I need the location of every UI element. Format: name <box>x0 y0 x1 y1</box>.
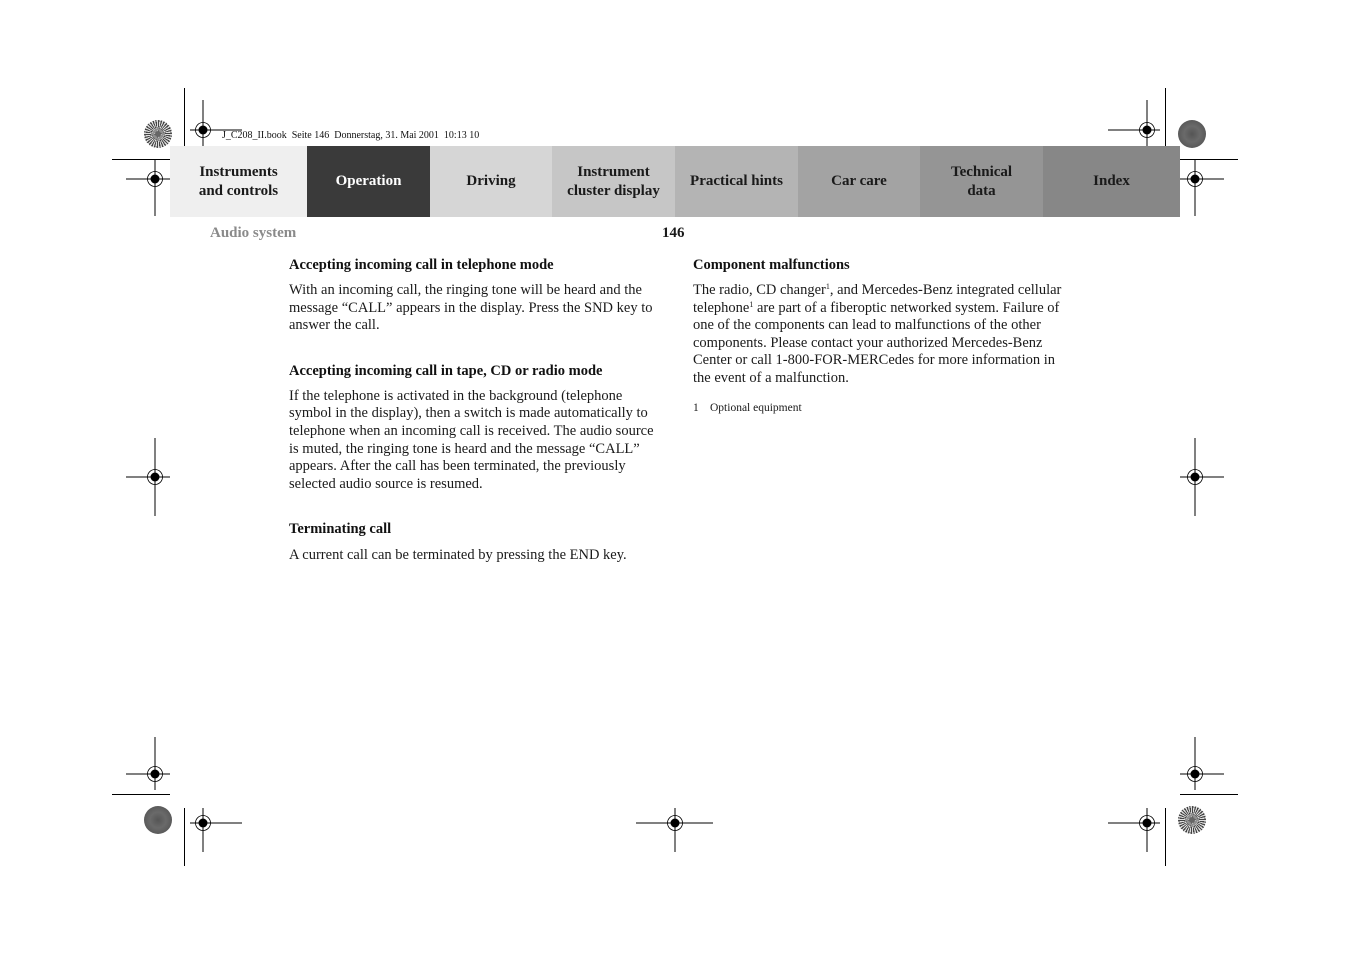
tab-car-care[interactable]: Car care <box>798 146 920 217</box>
page-number: 146 <box>662 225 685 241</box>
crosshair-icon <box>126 438 170 516</box>
chapter-tab-bar: Instruments and controls Operation Drivi… <box>170 146 1180 217</box>
crop-line <box>112 794 170 795</box>
section-body: If the telephone is activated in the bac… <box>289 387 654 492</box>
tab-label: Instruments and controls <box>198 163 279 199</box>
star-target-icon <box>1178 806 1206 834</box>
tab-label: Practical hints <box>690 173 783 189</box>
section-heading: Accepting incoming call in telephone mod… <box>289 257 554 273</box>
star-target-icon <box>144 120 172 148</box>
tab-technical-data[interactable]: Technical data <box>920 146 1043 217</box>
section-body: The radio, CD changer1, and Mercedes-Ben… <box>693 282 1065 388</box>
crosshair-icon <box>636 808 713 852</box>
crosshair-icon <box>1180 737 1224 790</box>
crop-line <box>1165 808 1166 866</box>
crosshair-icon <box>190 808 242 852</box>
crop-line <box>1180 794 1238 795</box>
crosshair-icon <box>1180 160 1224 216</box>
crop-line <box>1180 159 1238 160</box>
tab-instrument-cluster-display[interactable]: Instrument cluster display <box>552 146 675 217</box>
print-slug: J_C208_II.book Seite 146 Donnerstag, 31.… <box>222 130 480 141</box>
section-title: Audio system <box>210 225 297 241</box>
footnote-number: 1 <box>693 401 699 414</box>
section-heading: Component malfunctions <box>693 257 850 273</box>
tab-label: Index <box>1093 173 1130 189</box>
tab-label: Operation <box>335 173 402 189</box>
tab-practical-hints[interactable]: Practical hints <box>675 146 798 217</box>
tab-label: Car care <box>831 173 887 189</box>
tab-operation[interactable]: Operation <box>307 146 430 217</box>
left-column: Accepting incoming call in telephone mod… <box>289 256 659 565</box>
tab-instruments-and-controls[interactable]: Instruments and controls <box>170 146 307 217</box>
crosshair-icon <box>1108 808 1160 852</box>
footnote: 1 Optional equipment <box>693 402 1065 414</box>
registration-marks <box>126 100 1224 852</box>
tab-label: Technical data <box>950 163 1013 199</box>
crosshair-icon <box>126 737 170 790</box>
crosshair-icon <box>1180 438 1224 516</box>
section-heading: Terminating call <box>289 521 392 538</box>
tab-label: Instrument cluster display <box>567 163 660 199</box>
section-body: With an incoming call, the ringing tone … <box>289 282 653 334</box>
gray-dial-icon <box>144 806 172 834</box>
footnote-text: Optional equipment <box>710 401 802 414</box>
crop-line <box>184 808 185 866</box>
crosshair-icon <box>126 160 170 216</box>
gray-dial-icon <box>1178 120 1206 148</box>
right-column: Component malfunctions The radio, CD cha… <box>693 256 1065 414</box>
section-body: A current call can be terminated by pres… <box>289 547 627 564</box>
crosshair-icon <box>1108 100 1160 150</box>
section-heading: Accepting incoming call in tape, CD or r… <box>289 362 603 379</box>
crop-line <box>112 159 170 160</box>
tab-label: Driving <box>466 173 516 189</box>
body-text: The radio, CD changer <box>693 282 826 298</box>
crosshair-icon <box>190 100 242 150</box>
tab-index[interactable]: Index <box>1043 146 1180 217</box>
tab-driving[interactable]: Driving <box>430 146 552 217</box>
